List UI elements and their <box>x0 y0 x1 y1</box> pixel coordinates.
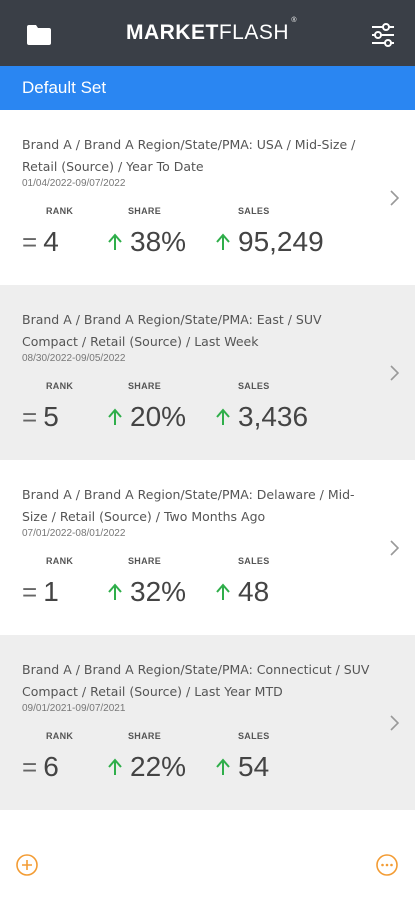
rank-label: RANK <box>46 556 74 566</box>
bottom-toolbar <box>0 835 415 900</box>
share-label: SHARE <box>128 381 162 391</box>
sales-metric: SALES 3,436 <box>214 381 308 433</box>
report-metrics: RANK = 4 SHARE 38% SALES 95,249 <box>22 206 382 266</box>
add-circle-icon[interactable] <box>16 854 38 876</box>
up-arrow-icon <box>108 233 122 250</box>
rank-metric: RANK = 1 <box>22 556 73 608</box>
report-date-range: 09/01/2021-09/07/2021 <box>22 703 126 714</box>
report-metrics: RANK = 1 SHARE 32% SALES 48 <box>22 556 382 616</box>
sales-label: SALES <box>238 381 270 391</box>
share-metric: SHARE 38% <box>106 206 186 258</box>
logo-flash: FLASH <box>218 21 289 44</box>
report-title: Brand A / Brand A Region/State/PMA: East… <box>22 312 322 349</box>
equal-icon: = <box>22 576 38 607</box>
more-circle-icon[interactable] <box>376 854 398 876</box>
report-title: Brand A / Brand A Region/State/PMA: Conn… <box>22 662 370 699</box>
set-title: Default Set <box>22 78 107 97</box>
report-date-range: 01/04/2022-09/07/2022 <box>22 178 126 189</box>
sales-label: SALES <box>238 731 270 741</box>
sales-value: 48 <box>238 576 270 607</box>
sales-value: 3,436 <box>238 401 309 432</box>
sales-metric: SALES 54 <box>214 731 269 783</box>
sales-value: 54 <box>238 751 270 782</box>
equal-icon: = <box>22 226 38 257</box>
report-list: Brand A / Brand A Region/State/PMA: USA … <box>0 110 415 810</box>
share-label: SHARE <box>128 731 162 741</box>
up-arrow-icon <box>216 408 230 425</box>
logo-market: MARKET <box>125 21 219 44</box>
report-card[interactable]: Brand A / Brand A Region/State/PMA: Conn… <box>0 635 415 810</box>
report-date-range: 08/30/2022-09/05/2022 <box>22 353 126 364</box>
up-arrow-icon <box>216 583 230 600</box>
share-metric: SHARE 22% <box>106 731 186 783</box>
sales-label: SALES <box>238 206 270 216</box>
sales-value: 95,249 <box>238 226 324 257</box>
report-date-range: 07/01/2022-08/01/2022 <box>22 528 126 539</box>
app-header: MARKETFLASH ® <box>0 0 415 66</box>
share-value: 20% <box>130 401 187 432</box>
rank-value: 5 <box>43 401 59 432</box>
report-metrics: RANK = 5 SHARE 20% SALES 3,436 <box>22 381 382 441</box>
folder-icon[interactable] <box>26 24 52 46</box>
share-value: 32% <box>130 576 187 607</box>
share-label: SHARE <box>128 206 162 216</box>
chevron-right-icon[interactable] <box>389 190 399 206</box>
equal-icon: = <box>22 751 38 782</box>
share-value: 38% <box>130 226 187 257</box>
share-metric: SHARE 32% <box>106 556 186 608</box>
rank-metric: RANK = 5 <box>22 381 73 433</box>
report-metrics: RANK = 6 SHARE 22% SALES 54 <box>22 731 382 791</box>
up-arrow-icon <box>108 408 122 425</box>
rank-value: 6 <box>43 751 59 782</box>
share-label: SHARE <box>128 556 162 566</box>
up-arrow-icon <box>216 758 230 775</box>
up-arrow-icon <box>216 233 230 250</box>
report-card[interactable]: Brand A / Brand A Region/State/PMA: Dela… <box>0 460 415 635</box>
up-arrow-icon <box>108 583 122 600</box>
rank-label: RANK <box>46 206 74 216</box>
share-value: 22% <box>130 751 187 782</box>
report-card[interactable]: Brand A / Brand A Region/State/PMA: East… <box>0 285 415 460</box>
chevron-right-icon[interactable] <box>389 540 399 556</box>
sales-metric: SALES 48 <box>214 556 269 608</box>
rank-metric: RANK = 6 <box>22 731 73 783</box>
share-metric: SHARE 20% <box>106 381 186 433</box>
logo-registered-mark: ® <box>291 17 297 24</box>
sales-metric: SALES 95,249 <box>214 206 324 258</box>
chevron-right-icon[interactable] <box>389 365 399 381</box>
rank-metric: RANK = 4 <box>22 206 73 258</box>
report-title: Brand A / Brand A Region/State/PMA: USA … <box>22 137 356 174</box>
rank-value: 4 <box>43 226 59 257</box>
rank-label: RANK <box>46 731 74 741</box>
report-card[interactable]: Brand A / Brand A Region/State/PMA: USA … <box>0 110 415 285</box>
rank-label: RANK <box>46 381 74 391</box>
filter-sliders-icon[interactable] <box>370 22 396 48</box>
report-title: Brand A / Brand A Region/State/PMA: Dela… <box>22 487 355 524</box>
rank-value: 1 <box>43 576 59 607</box>
sales-label: SALES <box>238 556 270 566</box>
set-title-bar[interactable]: Default Set <box>0 66 415 110</box>
equal-icon: = <box>22 401 38 432</box>
app-logo: MARKETFLASH ® <box>125 17 297 45</box>
up-arrow-icon <box>108 758 122 775</box>
chevron-right-icon[interactable] <box>389 715 399 731</box>
